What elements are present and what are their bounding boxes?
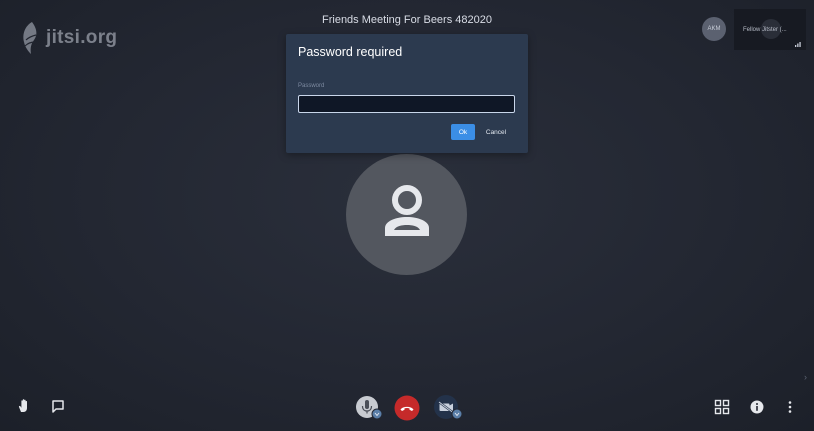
info-icon bbox=[750, 400, 764, 414]
logo-text: jitsi.org bbox=[46, 27, 118, 48]
camera-off-icon bbox=[434, 395, 463, 420]
user-icon bbox=[384, 184, 429, 236]
microphone-muted-icon bbox=[356, 396, 383, 420]
chat-button[interactable] bbox=[49, 397, 67, 415]
dialog-title: Password required bbox=[298, 45, 403, 59]
more-options-icon bbox=[788, 401, 792, 413]
meeting-title: Friends Meeting For Beers 482020 bbox=[322, 14, 492, 26]
cancel-button[interactable]: Cancel bbox=[481, 124, 511, 140]
chevron-right-icon[interactable]: › bbox=[804, 372, 807, 382]
tile-view-icon bbox=[714, 399, 730, 415]
participant-name: Fellow Jitster (... bbox=[743, 27, 787, 33]
chat-icon bbox=[52, 400, 64, 413]
local-user-avatar[interactable]: AKM bbox=[702, 17, 726, 41]
password-dialog: Password required Password Ok Cancel bbox=[286, 34, 528, 153]
password-input[interactable] bbox=[298, 95, 515, 113]
hangup-button[interactable] bbox=[394, 395, 420, 421]
raise-hand-button[interactable] bbox=[15, 397, 33, 415]
participant-large-avatar bbox=[346, 154, 467, 275]
info-button[interactable] bbox=[748, 398, 766, 416]
tile-view-button[interactable] bbox=[713, 398, 731, 416]
participant-thumbnail[interactable]: Fellow Jitster (... bbox=[734, 9, 806, 50]
camera-button[interactable] bbox=[432, 395, 464, 421]
microphone-button[interactable] bbox=[355, 395, 383, 421]
password-label: Password bbox=[298, 83, 325, 89]
raise-hand-icon bbox=[18, 399, 27, 412]
ok-button[interactable]: Ok bbox=[451, 124, 475, 140]
hangup-icon bbox=[394, 395, 420, 421]
connection-indicator-icon bbox=[795, 42, 801, 47]
more-options-button[interactable] bbox=[782, 398, 798, 416]
